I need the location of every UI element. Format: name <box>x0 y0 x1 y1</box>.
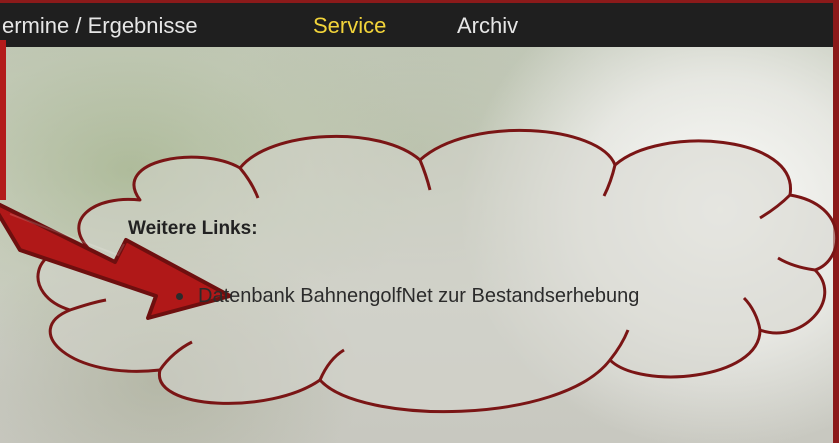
links-heading: Weitere Links: <box>128 218 258 239</box>
link-label[interactable]: Datenbank BahnengolfNet zur Bestandserhe… <box>198 285 639 307</box>
bullet-icon <box>176 293 183 300</box>
link-bahnengolfnet[interactable]: Datenbank BahnengolfNet zur Bestandserhe… <box>176 283 639 309</box>
page-background: ermine / Ergebnisse Service Archiv Weite… <box>0 0 839 443</box>
links-list: Datenbank BahnengolfNet zur Bestandserhe… <box>176 283 639 309</box>
annotation-overlay <box>0 128 839 414</box>
